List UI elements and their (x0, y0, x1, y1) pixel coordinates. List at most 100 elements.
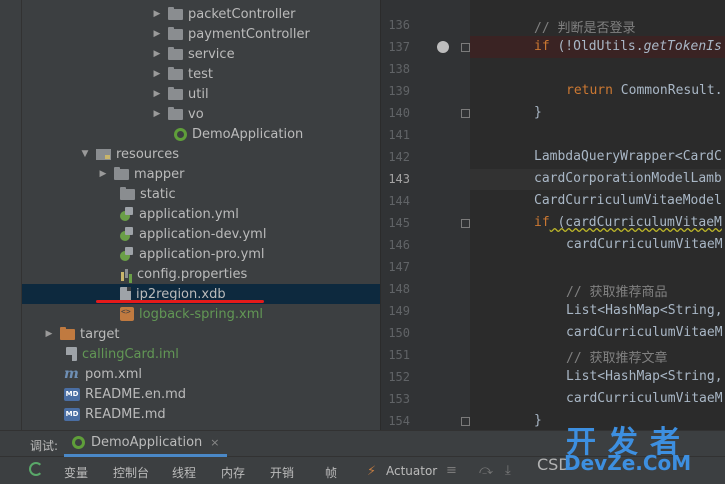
tree-item-label: util (188, 86, 209, 102)
code-line-139: return CommonResult. (566, 83, 723, 98)
fold-marker-icon[interactable] (461, 109, 470, 118)
folder-icon (168, 47, 183, 60)
tree-item-config-properties[interactable]: config.properties (22, 264, 380, 284)
folder-icon (168, 87, 183, 100)
tree-item-callingCard-iml[interactable]: callingCard.iml (22, 344, 380, 364)
markdown-file-icon: MD (64, 407, 80, 421)
code-text: CommonResult. (612, 83, 723, 98)
breakpoint-icon[interactable] (437, 41, 449, 53)
code-text: (!OldUtils. (549, 39, 644, 54)
code-line-152: List<HashMap<String, (566, 369, 723, 384)
properties-file-icon (120, 267, 132, 281)
spring-class-icon (72, 436, 85, 449)
folder-icon (168, 7, 183, 20)
tab-memory[interactable]: 内存 (221, 464, 245, 481)
line-number: 146 (388, 238, 410, 252)
fold-marker-icon[interactable] (461, 219, 470, 228)
chevron-right-icon[interactable]: ▶ (152, 84, 162, 104)
chevron-right-icon[interactable]: ▶ (98, 164, 108, 184)
tree-item-vo[interactable]: ▶ vo (22, 104, 380, 124)
editor-gutter[interactable]: 136 137 138 139 140 141 142 143 144 145 … (380, 0, 470, 430)
yaml-file-icon (120, 207, 134, 221)
chevron-right-icon[interactable]: ▶ (152, 64, 162, 84)
tree-item-static[interactable]: static (22, 184, 380, 204)
step-over-icon[interactable]: ⤼ (479, 463, 493, 478)
fold-marker-icon[interactable] (461, 417, 470, 426)
keyword-if: if (534, 215, 550, 230)
tree-item-label: vo (188, 106, 204, 122)
chevron-right-icon[interactable]: ▶ (44, 324, 54, 344)
tree-item-util[interactable]: ▶ util (22, 84, 380, 104)
line-number-current: 143 (388, 172, 410, 186)
tree-item-label: mapper (134, 166, 185, 182)
tab-console[interactable]: 控制台 (113, 464, 149, 481)
code-line-148: // 获取推荐商品 (566, 285, 668, 300)
tree-item-mapper[interactable]: ▶ mapper (22, 164, 380, 184)
folder-icon (114, 167, 129, 180)
fold-marker-icon[interactable] (461, 43, 470, 52)
tree-item-label: logback-spring.xml (139, 306, 263, 322)
project-tree-panel: ▶ packetController ▶ paymentController ▶… (0, 0, 380, 430)
code-line-150: cardCurriculumVitaeM (566, 325, 723, 340)
unknown-file-icon (120, 287, 131, 301)
tree-item-test[interactable]: ▶ test (22, 64, 380, 84)
tab-overhead[interactable]: 开销 (270, 464, 294, 481)
debug-title: 调试: (30, 439, 59, 453)
tab-frames[interactable]: 帧 (325, 464, 337, 481)
tab-demo-application[interactable]: DemoApplication × (64, 431, 228, 457)
tree-item-label: config.properties (137, 266, 248, 282)
tree-item-target[interactable]: ▶ target (22, 324, 380, 344)
code-line-142: LambdaQueryWrapper<CardC (534, 149, 722, 164)
code-line-153: cardCurriculumVitaeM (566, 391, 723, 406)
method-call: getTokenIs (643, 39, 722, 54)
keyword-if: if (534, 39, 550, 54)
tree-item-label: README.en.md (85, 386, 186, 402)
code-editor[interactable]: // 判断是否登录 if (!OldUtils.getTokenIs retur… (470, 0, 725, 430)
tree-item-service[interactable]: ▶ service (22, 44, 380, 64)
chevron-down-icon[interactable]: ▼ (80, 144, 90, 164)
close-icon[interactable]: × (210, 436, 219, 449)
code-line-151: // 获取推荐文章 (566, 351, 668, 366)
tree-item-paymentController[interactable]: ▶ paymentController (22, 24, 380, 44)
menu-icon[interactable]: ≡ (446, 463, 457, 478)
tree-item-label: packetController (188, 6, 296, 22)
tab-threads[interactable]: 线程 (172, 464, 196, 481)
code-line-149: List<HashMap<String, (566, 303, 723, 318)
code-line-140: } (534, 105, 542, 120)
line-number: 152 (388, 370, 410, 384)
line-number: 137 (388, 40, 410, 54)
line-number: 139 (388, 84, 410, 98)
tab-variables[interactable]: 变量 (64, 464, 88, 481)
watermark-domain: DevZe.CoM (564, 451, 692, 475)
folder-icon (168, 107, 183, 120)
tree-item-DemoApplication[interactable]: DemoApplication (22, 124, 380, 144)
tab-actuator[interactable]: Actuator (386, 464, 437, 478)
tree-item-label: test (188, 66, 213, 82)
line-number: 138 (388, 62, 410, 76)
code-line-146: cardCurriculumVitaeM (566, 237, 723, 252)
spring-class-icon (174, 127, 187, 141)
tree-item-readme-en-md[interactable]: MD README.en.md (22, 384, 380, 404)
code-line-143: cardCorporationModelLamb (534, 171, 722, 186)
tree-item-pom-xml[interactable]: m pom.xml (22, 364, 380, 384)
tree-item-application-yml[interactable]: application.yml (22, 204, 380, 224)
tree-item-label: pom.xml (85, 366, 142, 382)
tree-item-packetController[interactable]: ▶ packetController (22, 4, 380, 24)
code-line-144: CardCurriculumVitaeModel (534, 193, 722, 208)
keyword-return: return (566, 83, 613, 98)
rerun-icon[interactable] (29, 462, 43, 476)
chevron-right-icon[interactable]: ▶ (152, 4, 162, 24)
tree-item-label: static (140, 186, 176, 202)
chevron-right-icon[interactable]: ▶ (152, 24, 162, 44)
tree-item-readme-md[interactable]: MD README.md (22, 404, 380, 424)
folder-icon (120, 187, 135, 200)
chevron-right-icon[interactable]: ▶ (152, 44, 162, 64)
line-number: 147 (388, 260, 410, 274)
step-into-icon[interactable]: ⤓ (505, 463, 511, 478)
tree-item-application-dev-yml[interactable]: application-dev.yml (22, 224, 380, 244)
tree-item-resources[interactable]: ▼ resources (22, 144, 380, 164)
xml-file-icon (120, 307, 134, 321)
chevron-right-icon[interactable]: ▶ (152, 104, 162, 124)
tree-item-application-pro-yml[interactable]: application-pro.yml (22, 244, 380, 264)
tree-item-logback-spring-xml[interactable]: logback-spring.xml (22, 304, 380, 324)
